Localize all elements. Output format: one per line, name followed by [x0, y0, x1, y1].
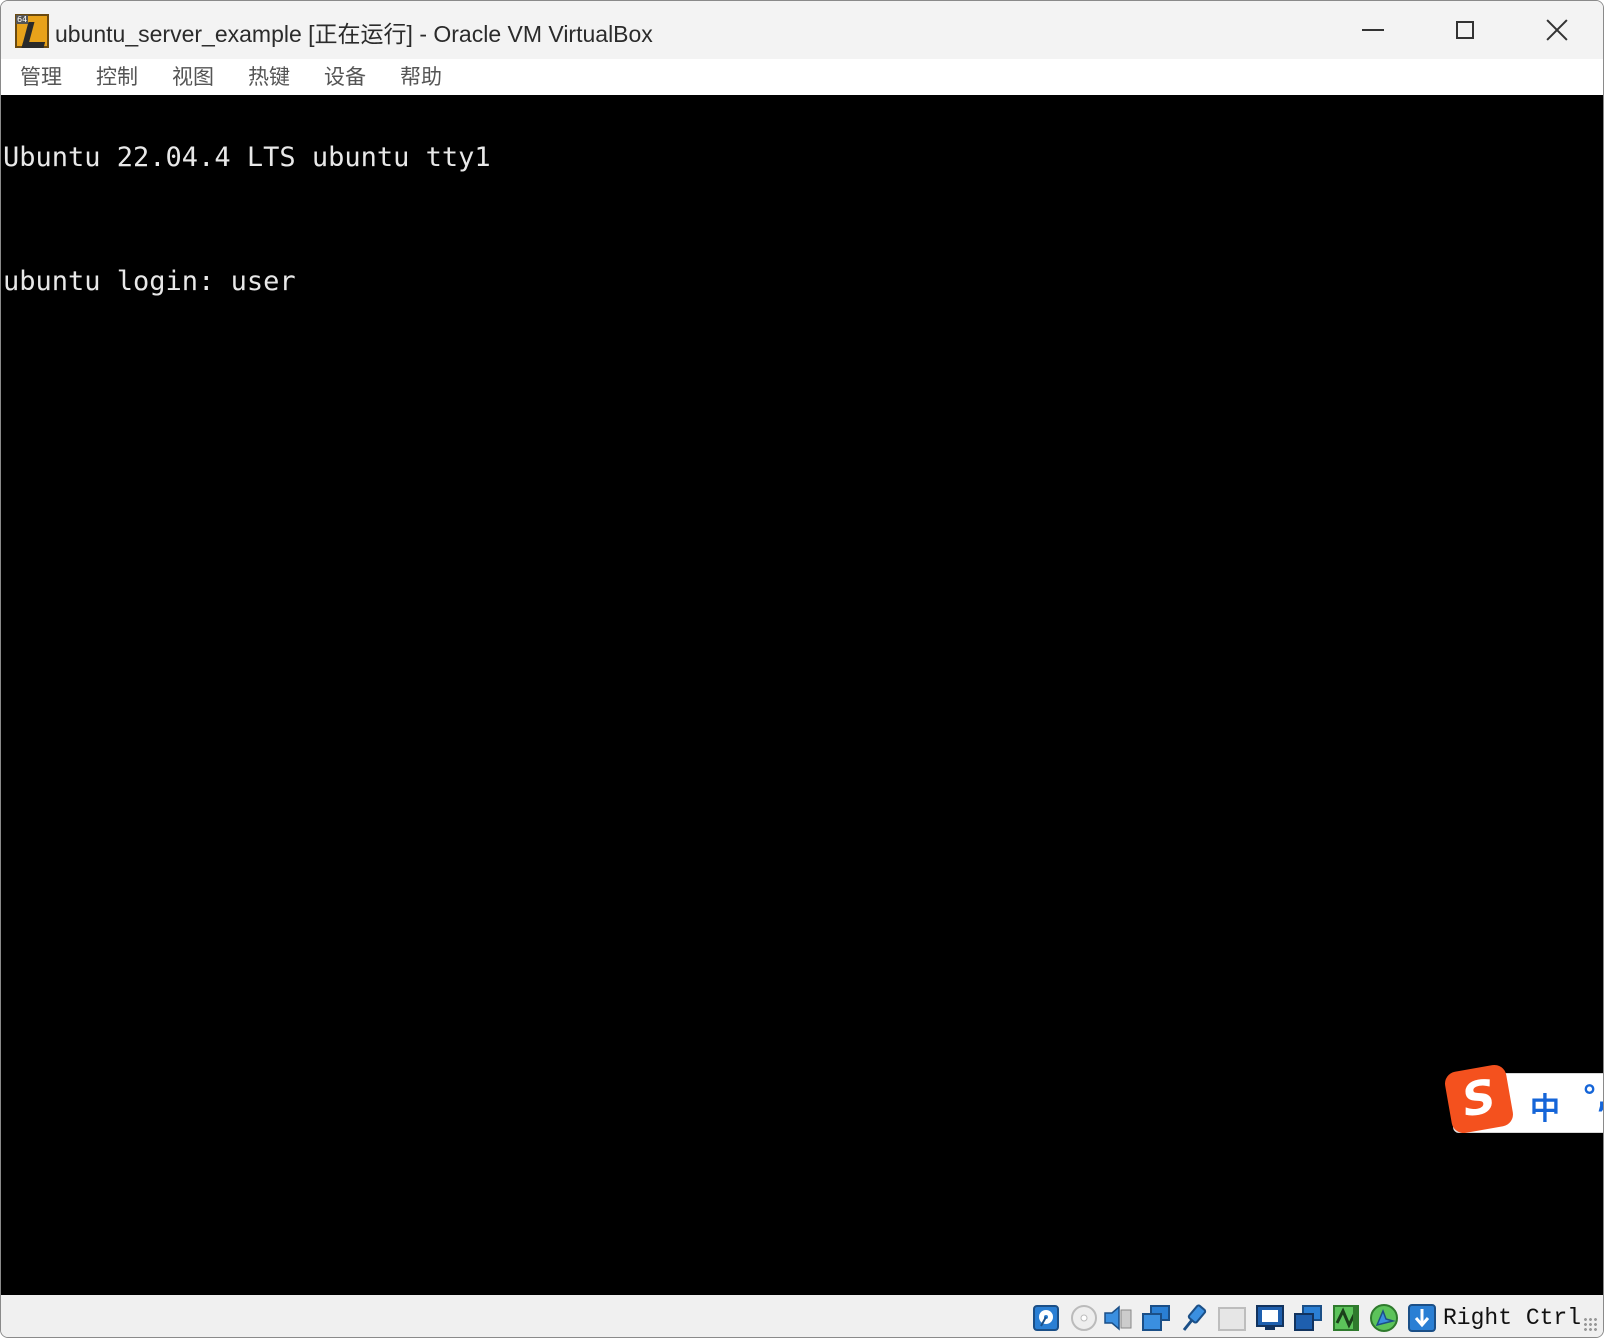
icon-glyph [21, 22, 51, 48]
menu-help[interactable]: 帮助 [389, 59, 453, 95]
login-prompt-line: ubuntu login: user [3, 266, 296, 297]
virtualbox-window: 64 ubuntu_server_example [正在运行] - Oracle… [0, 0, 1604, 1338]
sogou-ime-toolbar[interactable]: S 中 °, [1443, 1063, 1603, 1135]
network-icon[interactable] [1141, 1303, 1171, 1333]
host-key-label: Right Ctrl [1443, 1305, 1582, 1331]
close-button[interactable] [1511, 1, 1603, 59]
console-line: Ubuntu 22.04.4 LTS ubuntu tty1 [3, 142, 491, 173]
menu-bar: 管理 控制 视图 热键 设备 帮助 [1, 59, 1603, 95]
menu-hotkeys[interactable]: 热键 [237, 59, 301, 95]
window-title: ubuntu_server_example [正在运行] - Oracle VM… [55, 21, 653, 47]
keyboard-capture-icon[interactable] [1407, 1303, 1437, 1333]
recording-icon[interactable] [1293, 1303, 1323, 1333]
maximize-icon [1456, 21, 1474, 39]
console-output: Ubuntu 22.04.4 LTS ubuntu tty1 ubuntu lo… [3, 127, 491, 313]
menu-view[interactable]: 视图 [161, 59, 225, 95]
menu-control[interactable]: 控制 [85, 59, 149, 95]
menu-manage[interactable]: 管理 [9, 59, 73, 95]
status-bar: Right Ctrl [1, 1295, 1603, 1337]
virtualbox-vm-icon[interactable]: 64 [15, 14, 51, 48]
hard-disk-icon[interactable] [1031, 1303, 1061, 1333]
shared-folders-icon[interactable] [1217, 1303, 1247, 1333]
cpu-activity-icon[interactable] [1331, 1303, 1361, 1333]
title-bar[interactable]: 64 ubuntu_server_example [正在运行] - Oracle… [1, 1, 1603, 59]
vm-display[interactable]: Ubuntu 22.04.4 LTS ubuntu tty1 ubuntu lo… [1, 95, 1603, 1295]
audio-icon[interactable] [1103, 1303, 1133, 1333]
display-icon[interactable] [1255, 1303, 1285, 1333]
sogou-logo-icon[interactable]: S [1443, 1063, 1515, 1135]
ime-punctuation-toggle[interactable]: °, [1582, 1080, 1603, 1115]
minimize-button[interactable] [1327, 1, 1419, 59]
mouse-integration-icon[interactable] [1369, 1303, 1399, 1333]
minimize-icon [1362, 29, 1384, 31]
close-icon [1545, 18, 1569, 42]
menu-devices[interactable]: 设备 [313, 59, 377, 95]
resize-grip-icon[interactable] [1583, 1317, 1599, 1333]
64bit-badge: 64 [16, 15, 29, 24]
usb-icon[interactable] [1179, 1303, 1209, 1333]
ime-mode-toggle[interactable]: 中 [1530, 1084, 1560, 1128]
optical-drive-icon[interactable] [1069, 1303, 1099, 1333]
maximize-button[interactable] [1419, 1, 1511, 59]
